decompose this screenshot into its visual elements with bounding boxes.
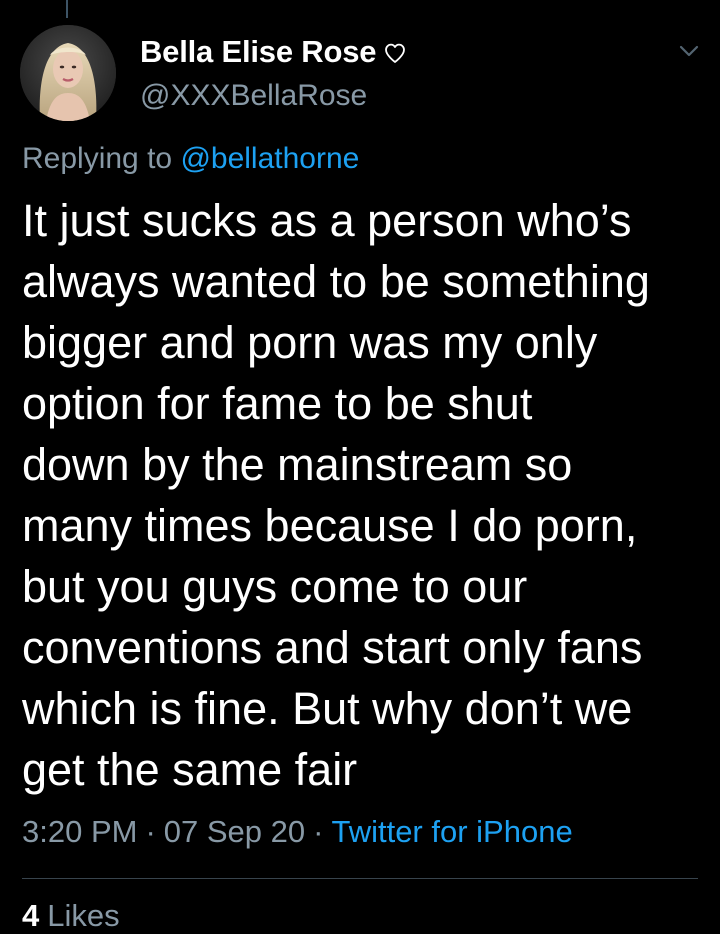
author-name-row[interactable]: Bella Elise Rose — [140, 30, 407, 74]
meta-separator: · — [313, 814, 324, 849]
likes-count: 4 — [22, 898, 40, 933]
replying-to-label: Replying to — [22, 142, 173, 175]
replying-to: Replying to @bellathorne — [22, 142, 359, 176]
tweet-text: It just sucks as a person who’s always w… — [22, 190, 712, 800]
tweet-meta: 3:20 PM · 07 Sep 20 · Twitter for iPhone — [22, 814, 573, 850]
tweet-text-line: which is fine. But why don’t we — [22, 683, 633, 734]
tweet-text-line: get the same fair — [22, 744, 358, 795]
heart-outline-icon — [383, 41, 407, 65]
divider — [22, 878, 698, 879]
likes-label: Likes — [47, 898, 120, 933]
reply-mention-link[interactable]: @bellathorne — [180, 142, 359, 175]
meta-separator: · — [145, 814, 156, 849]
author-display-name[interactable]: Bella Elise Rose — [140, 34, 377, 70]
tweet-date[interactable]: 07 Sep 20 — [164, 814, 305, 849]
tweet-text-line: option for fame to be shut — [22, 378, 533, 429]
author-handle[interactable]: @XXXBellaRose — [140, 79, 367, 113]
likes-stat[interactable]: 4 Likes — [22, 898, 120, 934]
tweet-text-line: It just sucks as a person who’s — [22, 195, 632, 246]
tweet-text-line: down by the mainstream so — [22, 439, 573, 490]
tweet-text-line: conventions and start only fans — [22, 622, 643, 673]
tweet-source-link[interactable]: Twitter for iPhone — [331, 814, 572, 849]
tweet-text-line: many times because I do porn, — [22, 500, 638, 551]
chevron-down-icon[interactable] — [674, 36, 704, 66]
tweet-text-line: always wanted to be something — [22, 256, 650, 307]
tweet-time[interactable]: 3:20 PM — [22, 814, 137, 849]
tweet-text-line: but you guys come to our — [22, 561, 528, 612]
avatar-image — [20, 25, 116, 121]
avatar[interactable] — [20, 25, 116, 121]
tweet-text-line: bigger and porn was my only — [22, 317, 598, 368]
thread-connector — [66, 0, 68, 18]
